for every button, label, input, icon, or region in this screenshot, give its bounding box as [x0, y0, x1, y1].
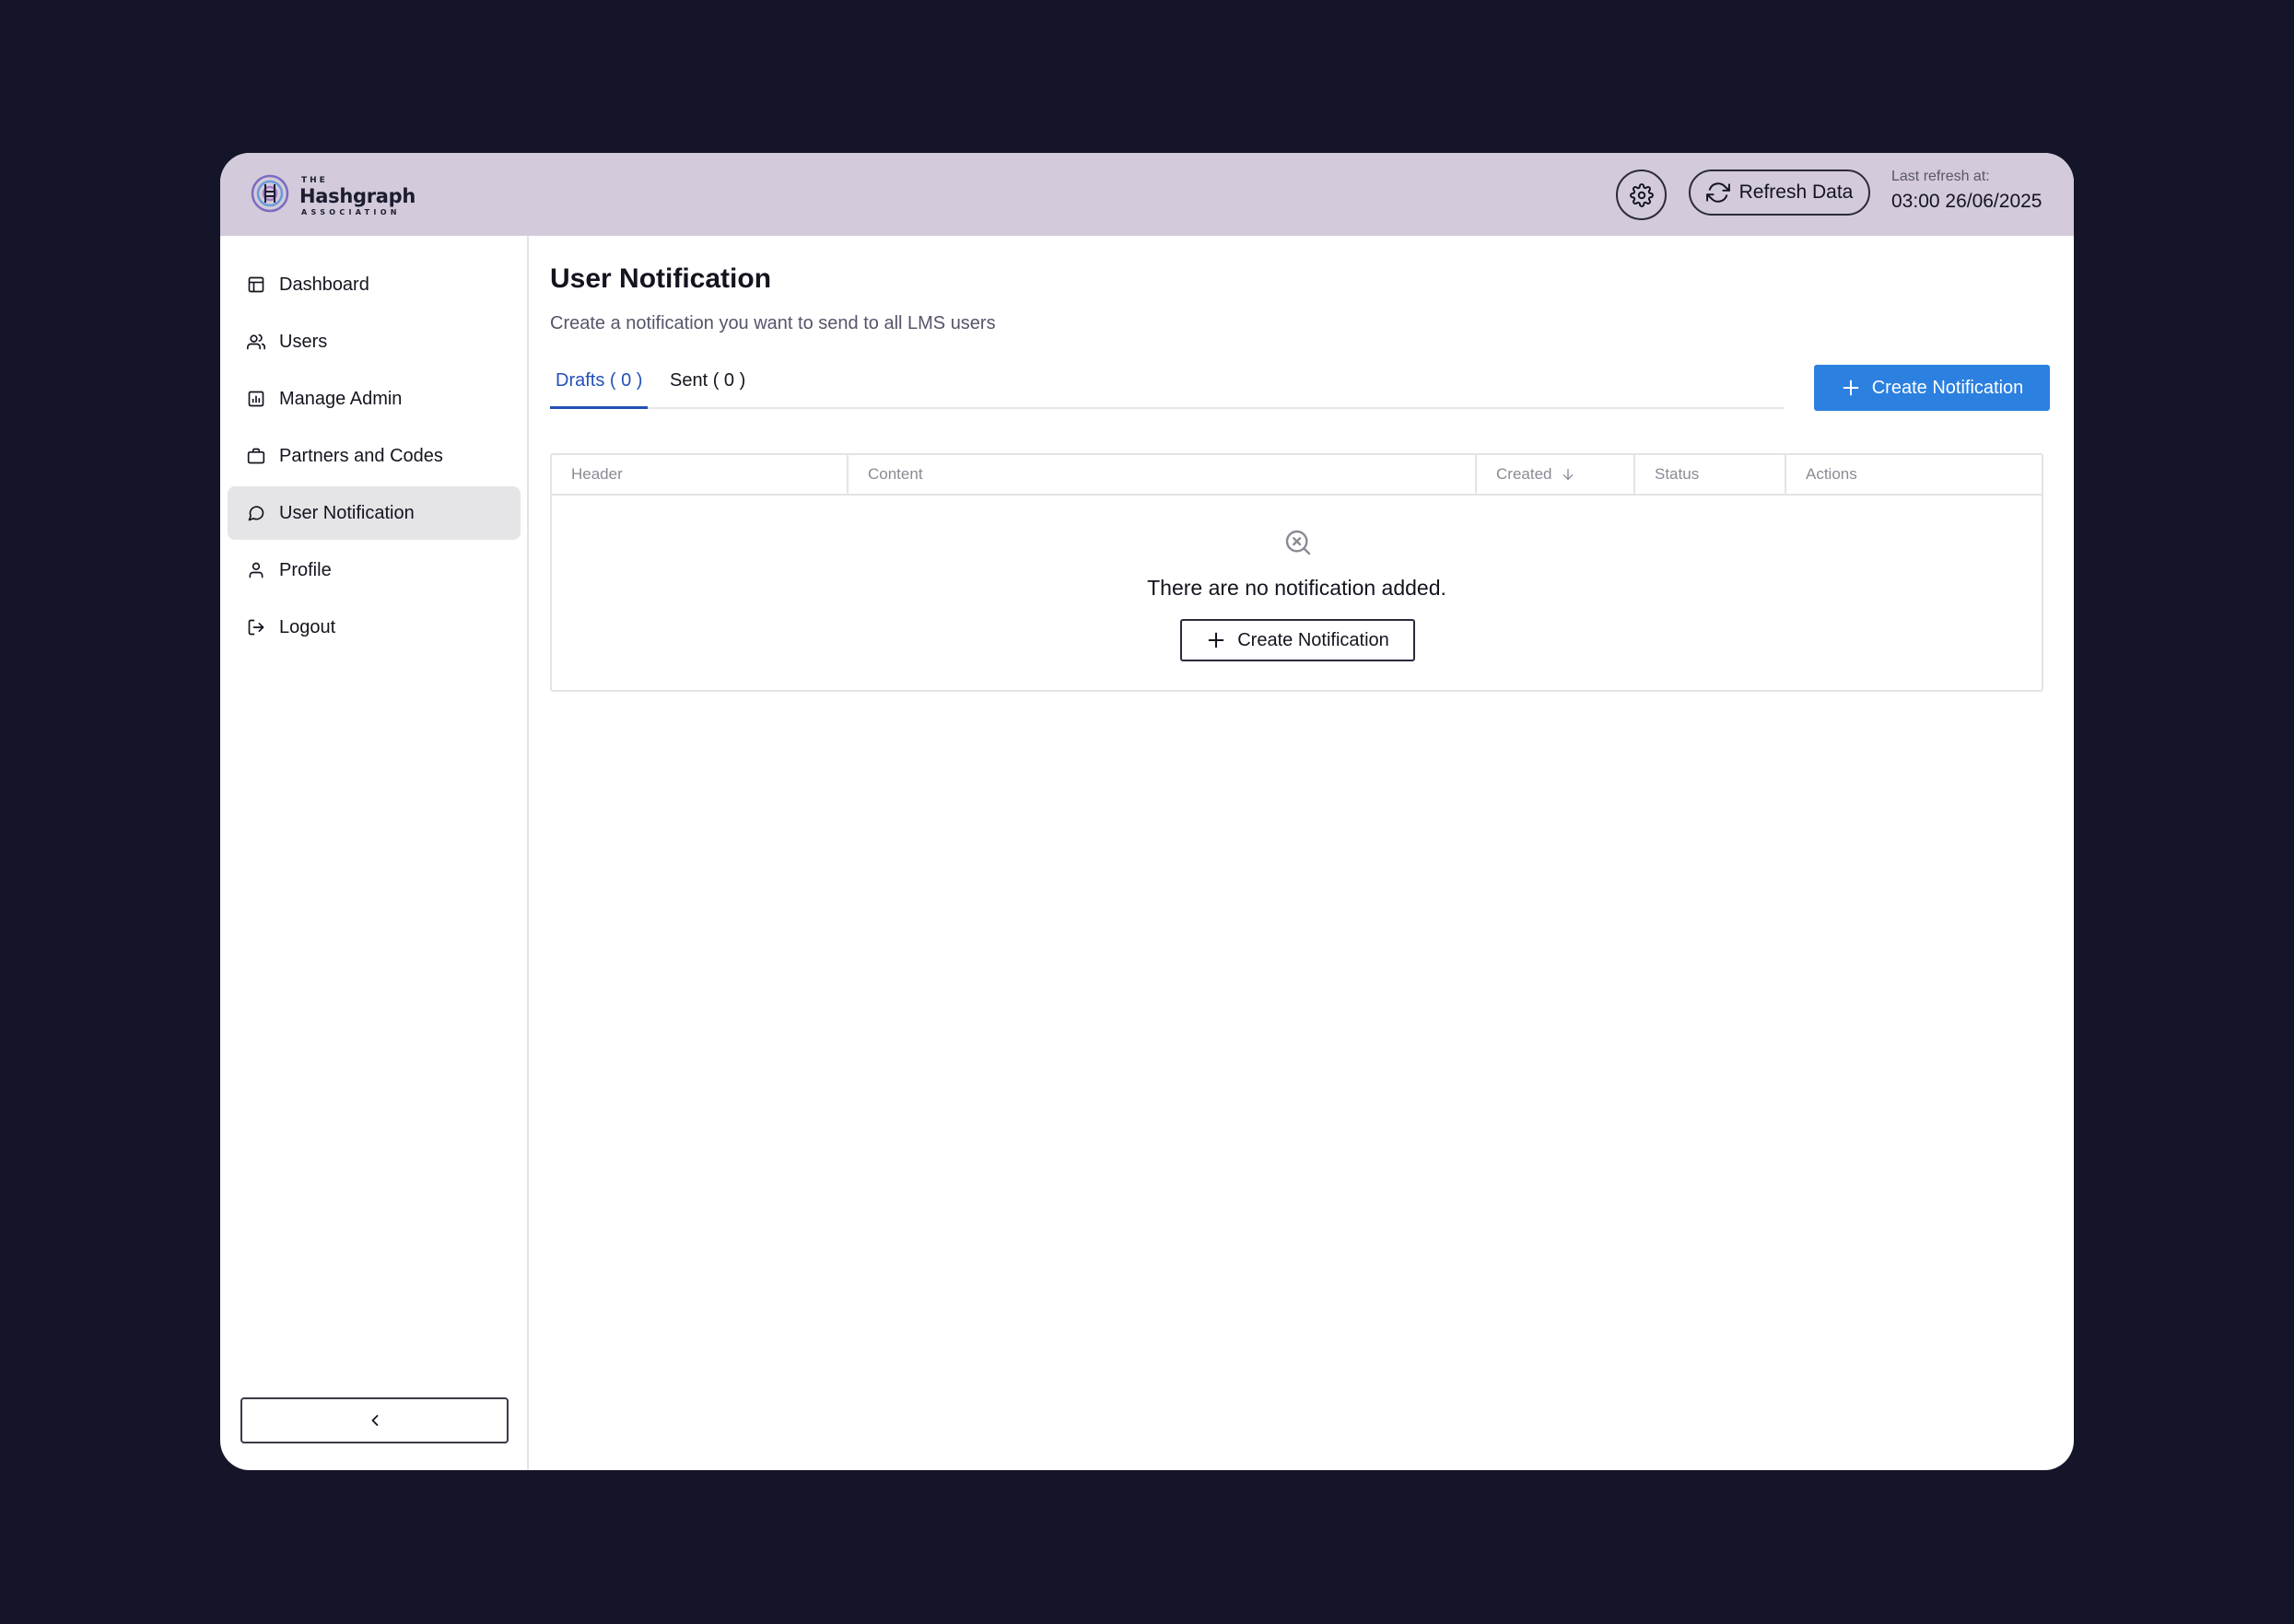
sidebar-item-logout[interactable]: Logout: [228, 601, 521, 654]
last-refresh-info: Last refresh at: 03:00 26/06/2025: [1891, 169, 2042, 213]
logo-text-the: THE: [301, 176, 328, 185]
plus-icon: [1208, 632, 1224, 648]
column-content[interactable]: Content: [849, 455, 1477, 494]
sidebar-item-label: Profile: [279, 559, 332, 580]
page-title: User Notification: [550, 263, 772, 294]
refresh-icon: [1705, 182, 1730, 203]
notification-tabs: Drafts ( 0 ) Sent ( 0 ): [550, 363, 1785, 409]
search-no-results-icon: [1285, 530, 1311, 555]
empty-state-message: There are no notification added.: [1147, 576, 1446, 600]
logo-text-association: ASSOCIATION: [301, 208, 401, 216]
column-created[interactable]: Created: [1477, 455, 1635, 494]
column-status[interactable]: Status: [1635, 455, 1786, 494]
users-icon: [246, 332, 266, 352]
logo-text-hashgraph: Hashgraph: [299, 185, 416, 207]
plus-icon: [1843, 380, 1859, 396]
sidebar: Dashboard Users Manage Admin Partners an…: [220, 236, 529, 1470]
create-notification-label: Create Notification: [1871, 377, 2024, 398]
empty-create-notification-button[interactable]: Create Notification: [1180, 619, 1415, 661]
top-bar: THE Hashgraph ASSOCIATION Refresh Data L…: [220, 153, 2074, 236]
sidebar-item-label: Dashboard: [279, 274, 369, 295]
column-created-label: Created: [1496, 465, 1552, 483]
message-icon: [246, 503, 266, 523]
sidebar-item-label: Manage Admin: [279, 388, 403, 409]
sidebar-item-profile[interactable]: Profile: [228, 543, 521, 597]
column-actions-label: Actions: [1806, 465, 1857, 483]
gear-icon: [1629, 182, 1654, 207]
create-notification-button[interactable]: Create Notification: [1814, 365, 2050, 411]
last-refresh-label: Last refresh at:: [1891, 169, 1990, 184]
briefcase-icon: [246, 446, 266, 466]
empty-state: There are no notification added. Create …: [552, 496, 2042, 692]
empty-create-notification-label: Create Notification: [1237, 629, 1389, 650]
settings-button[interactable]: [1616, 169, 1667, 220]
column-header-label: Header: [571, 465, 623, 483]
sidebar-item-dashboard[interactable]: Dashboard: [228, 258, 521, 311]
layout-icon: [246, 275, 266, 295]
chevron-left-icon: [371, 1415, 378, 1426]
sidebar-item-users[interactable]: Users: [228, 315, 521, 368]
column-status-label: Status: [1655, 465, 1700, 483]
page-subtitle: Create a notification you want to send t…: [550, 313, 996, 333]
tab-sent[interactable]: Sent ( 0 ): [664, 363, 751, 409]
collapse-sidebar-button[interactable]: [240, 1397, 509, 1443]
refresh-data-button[interactable]: Refresh Data: [1689, 169, 1870, 216]
user-icon: [246, 560, 266, 580]
arrow-down-icon: [1563, 469, 1574, 480]
notification-table: Header Content Created Status Actions Th…: [550, 453, 2043, 692]
sidebar-item-label: Partners and Codes: [279, 445, 443, 466]
sidebar-item-partners-and-codes[interactable]: Partners and Codes: [228, 429, 521, 483]
sidebar-item-manage-admin[interactable]: Manage Admin: [228, 372, 521, 426]
sidebar-item-label: Logout: [279, 616, 336, 637]
tab-drafts[interactable]: Drafts ( 0 ): [550, 363, 649, 409]
column-content-label: Content: [868, 465, 923, 483]
last-refresh-value: 03:00 26/06/2025: [1891, 191, 2042, 212]
chart-icon: [246, 389, 266, 409]
column-header[interactable]: Header: [552, 455, 849, 494]
logout-icon: [246, 617, 266, 637]
sidebar-item-label: User Notification: [279, 502, 415, 523]
sidebar-item-label: Users: [279, 331, 328, 352]
app-window: THE Hashgraph ASSOCIATION Refresh Data L…: [220, 153, 2074, 1470]
table-header-row: Header Content Created Status Actions: [552, 455, 2042, 496]
hashgraph-logo-icon: [251, 174, 289, 213]
column-actions: Actions: [1786, 455, 2042, 494]
sidebar-item-user-notification[interactable]: User Notification: [228, 486, 521, 540]
refresh-data-label: Refresh Data: [1738, 181, 1854, 203]
hashgraph-logo[interactable]: THE Hashgraph ASSOCIATION: [250, 171, 415, 217]
